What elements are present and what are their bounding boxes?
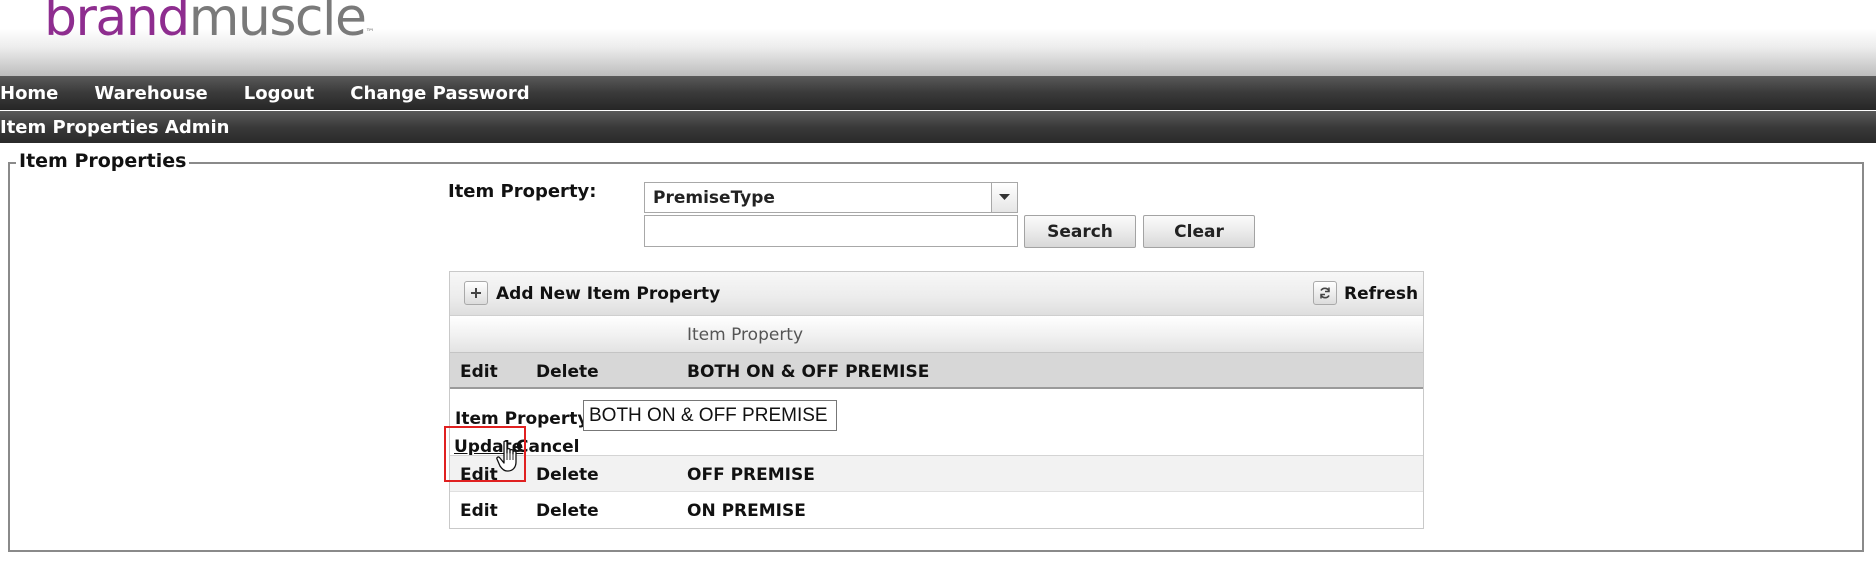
- row-value: ON PREMISE: [687, 501, 806, 521]
- row-value: BOTH ON & OFF PREMISE: [687, 362, 930, 382]
- table-row: Edit Delete BOTH ON & OFF PREMISE: [450, 353, 1423, 389]
- edit-link[interactable]: Edit: [460, 501, 498, 521]
- nav-warehouse[interactable]: Warehouse: [94, 83, 207, 104]
- refresh-icon[interactable]: [1313, 281, 1337, 305]
- cancel-link[interactable]: Cancel: [516, 437, 579, 457]
- chevron-down-icon: [999, 194, 1010, 200]
- logo-trademark: ™: [365, 28, 375, 38]
- table-row: Edit Delete ON PREMISE: [450, 491, 1423, 527]
- nav-change-password[interactable]: Change Password: [350, 83, 529, 104]
- row-value: OFF PREMISE: [687, 465, 815, 485]
- nav-logout[interactable]: Logout: [244, 83, 315, 104]
- inline-edit-form: Item Property: BOTH ON & OFF PREMISE Upd…: [450, 389, 1423, 457]
- main-nav: Home Warehouse Logout Change Password: [0, 76, 1876, 110]
- logo-muscle-text: muscle: [188, 0, 367, 48]
- fieldset-legend: Item Properties: [16, 150, 190, 172]
- brandmuscle-logo[interactable]: brandmuscle™: [44, 0, 374, 48]
- hand-pointer-icon: [496, 440, 517, 472]
- item-property-selected-value: PremiseType: [653, 188, 775, 208]
- delete-link[interactable]: Delete: [536, 501, 599, 521]
- page-title-bar: Item Properties Admin: [0, 111, 1876, 143]
- item-property-select[interactable]: PremiseType: [644, 182, 1018, 213]
- table-row: Edit Delete OFF PREMISE: [450, 455, 1423, 491]
- column-header-item-property[interactable]: Item Property: [687, 325, 803, 345]
- page-title: Item Properties Admin: [0, 116, 230, 138]
- search-input[interactable]: [644, 215, 1018, 247]
- page-header: brandmuscle™: [0, 0, 1876, 76]
- grid-column-header: Item Property: [450, 316, 1423, 353]
- search-button[interactable]: Search: [1024, 215, 1136, 248]
- clear-button[interactable]: Clear: [1143, 215, 1255, 248]
- plus-icon[interactable]: [464, 281, 488, 305]
- edit-link[interactable]: Edit: [460, 465, 498, 485]
- edit-link[interactable]: Edit: [460, 362, 498, 382]
- edit-item-property-label: Item Property:: [455, 409, 596, 429]
- grid-toolbar: Add New Item Property Refresh: [450, 272, 1423, 316]
- dropdown-button[interactable]: [991, 183, 1017, 212]
- item-property-grid: Add New Item Property Refresh Item Prope…: [449, 271, 1424, 529]
- delete-link[interactable]: Delete: [536, 465, 599, 485]
- refresh-button[interactable]: Refresh: [1344, 284, 1418, 304]
- edit-item-property-input[interactable]: BOTH ON & OFF PREMISE: [583, 400, 837, 431]
- item-property-label: Item Property:: [448, 181, 597, 202]
- nav-home[interactable]: Home: [0, 83, 58, 104]
- logo-brand-text: brand: [44, 0, 190, 48]
- add-new-item-property-button[interactable]: Add New Item Property: [496, 284, 720, 304]
- delete-link[interactable]: Delete: [536, 362, 599, 382]
